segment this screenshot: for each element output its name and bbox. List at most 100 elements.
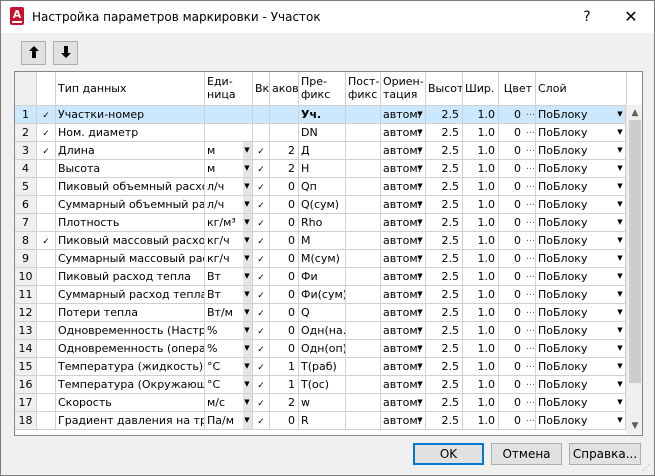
dropdown-arrow-icon[interactable]: ▼ <box>243 376 251 393</box>
table-row[interactable]: 14Одновременность (операт…%▼✓0Одн(оп)авт… <box>15 340 626 358</box>
width-cell[interactable]: 1.0 <box>463 214 499 232</box>
color-cell[interactable]: 0… <box>499 142 536 160</box>
dropdown-arrow-icon[interactable]: ▼ <box>616 160 624 177</box>
dropdown-arrow-icon[interactable]: ▼ <box>616 124 624 141</box>
height-cell[interactable]: 2.5 <box>426 286 463 304</box>
dropdown-arrow-icon[interactable]: ▼ <box>416 268 424 285</box>
orientation-select[interactable]: автом. ▼ <box>381 160 426 178</box>
table-row[interactable]: 10 Пиковый расход тепла Вт ▼ ✓ 0 Фи автом. ▼ 2.5 1… <box>15 268 626 286</box>
orientation-select[interactable]: автом. ▼ <box>381 250 426 268</box>
header-unit[interactable]: Еди- ница <box>205 72 253 105</box>
color-cell[interactable]: 0… <box>499 196 536 214</box>
table-row[interactable]: 11 Суммарный расход тепла Вт ▼ ✓ 0 Фи(сум) авто… <box>15 286 626 304</box>
dropdown-arrow-icon[interactable]: ▼ <box>616 106 624 123</box>
dropdown-arrow-icon[interactable]: ▼ <box>416 358 424 375</box>
width-cell[interactable]: 1.0 <box>463 160 499 178</box>
prefix-cell[interactable]: М(сум) <box>299 250 346 268</box>
ellipsis-icon[interactable]: … <box>526 358 535 375</box>
dropdown-arrow-icon[interactable]: ▼ <box>616 142 624 159</box>
width-cell[interactable]: 1.0 <box>463 394 499 412</box>
dropdown-arrow-icon[interactable]: ▼ <box>616 358 624 375</box>
color-cell[interactable]: 0… <box>499 124 536 142</box>
height-cell[interactable]: 2.5 <box>426 394 463 412</box>
ellipsis-icon[interactable]: … <box>526 394 535 411</box>
width-cell[interactable]: 1.0 <box>463 268 499 286</box>
color-cell[interactable]: 0… <box>499 412 536 430</box>
decimals-cell[interactable]: 0 <box>270 304 299 322</box>
decimals-cell[interactable]: 2 <box>270 142 299 160</box>
vertical-scrollbar[interactable]: ▲ ▼ <box>626 105 642 434</box>
color-cell[interactable]: 0… <box>499 160 536 178</box>
height-cell[interactable]: 2.5 <box>426 232 463 250</box>
decimals-cell[interactable]: 0 <box>270 412 299 430</box>
height-cell[interactable]: 2.5 <box>426 376 463 394</box>
orientation-select[interactable]: автом. ▼ <box>381 178 426 196</box>
width-cell[interactable]: 1.0 <box>463 106 499 124</box>
dropdown-arrow-icon[interactable]: ▼ <box>243 304 251 321</box>
dropdown-arrow-icon[interactable]: ▼ <box>416 304 424 321</box>
height-cell[interactable]: 2.5 <box>426 358 463 376</box>
include-checkbox[interactable] <box>253 124 270 142</box>
width-cell[interactable]: 1.0 <box>463 322 499 340</box>
dropdown-arrow-icon[interactable]: ▼ <box>416 232 424 249</box>
decimals-cell[interactable]: 0 <box>270 214 299 232</box>
dropdown-arrow-icon[interactable]: ▼ <box>616 286 624 303</box>
decimals-cell[interactable] <box>270 106 299 124</box>
color-cell[interactable]: 0… <box>499 268 536 286</box>
height-cell[interactable]: 2.5 <box>426 268 463 286</box>
dropdown-arrow-icon[interactable]: ▼ <box>616 376 624 393</box>
decimals-cell[interactable]: 0 <box>270 340 299 358</box>
ellipsis-icon[interactable]: … <box>526 142 535 159</box>
layer-select[interactable]: ПоБлоку ▼ <box>536 304 626 322</box>
table-row[interactable]: 13Одновременность (Настро…%▼✓0Одн(на…авт… <box>15 322 626 340</box>
ellipsis-icon[interactable]: … <box>526 160 535 177</box>
prefix-cell[interactable]: Фи(сум) <box>299 286 346 304</box>
ellipsis-icon[interactable]: … <box>526 214 535 231</box>
postfix-cell[interactable] <box>346 268 381 286</box>
include-checkbox[interactable]: ✓ <box>253 376 270 394</box>
dropdown-arrow-icon[interactable]: ▼ <box>243 214 251 231</box>
decimals-cell[interactable]: 0 <box>270 232 299 250</box>
include-checkbox[interactable]: ✓ <box>253 412 270 430</box>
close-icon[interactable]: ✕ <box>621 7 641 27</box>
ellipsis-icon[interactable]: … <box>526 106 535 123</box>
header-include[interactable]: Вкл <box>253 72 270 105</box>
color-cell[interactable]: 0… <box>499 232 536 250</box>
dropdown-arrow-icon[interactable]: ▼ <box>616 322 624 339</box>
dropdown-arrow-icon[interactable]: ▼ <box>416 142 424 159</box>
orientation-select[interactable]: автом. ▼ <box>381 232 426 250</box>
postfix-cell[interactable] <box>346 286 381 304</box>
color-cell[interactable]: 0… <box>499 376 536 394</box>
postfix-cell[interactable] <box>346 232 381 250</box>
ellipsis-icon[interactable]: … <box>526 250 535 267</box>
dropdown-arrow-icon[interactable]: ▼ <box>416 412 424 429</box>
orientation-select[interactable]: автом. ▼ <box>381 394 426 412</box>
layer-select[interactable]: ПоБлоку ▼ <box>536 232 626 250</box>
dropdown-arrow-icon[interactable]: ▼ <box>243 250 251 267</box>
ellipsis-icon[interactable]: … <box>526 232 535 249</box>
include-checkbox[interactable] <box>253 106 270 124</box>
include-checkbox[interactable]: ✓ <box>253 322 270 340</box>
layer-select[interactable]: ПоБлоку ▼ <box>536 286 626 304</box>
dropdown-arrow-icon[interactable]: ▼ <box>616 232 624 249</box>
orientation-select[interactable]: автом. ▼ <box>381 268 426 286</box>
prefix-cell[interactable]: Уч. <box>299 106 346 124</box>
table-row[interactable]: 18Градиент давления на тре…Па/м▼✓0Rавтом… <box>15 412 626 430</box>
header-postfix[interactable]: Пост- фикс <box>346 72 381 105</box>
dropdown-arrow-icon[interactable]: ▼ <box>243 268 251 285</box>
postfix-cell[interactable] <box>346 376 381 394</box>
ellipsis-icon[interactable]: … <box>526 286 535 303</box>
layer-select[interactable]: ПоБлоку ▼ <box>536 268 626 286</box>
dropdown-arrow-icon[interactable]: ▼ <box>416 196 424 213</box>
decimals-cell[interactable]: 0 <box>270 178 299 196</box>
dropdown-arrow-icon[interactable]: ▼ <box>616 214 624 231</box>
header-width[interactable]: Шир. <box>463 72 499 105</box>
table-row[interactable]: 1 ✓ Участки-номер Уч. автом. ▼ 2.5 1.0 0… ПоБлоку… <box>15 106 626 124</box>
color-cell[interactable]: 0… <box>499 286 536 304</box>
header-prefix[interactable]: Пре- фикс <box>299 72 346 105</box>
dropdown-arrow-icon[interactable]: ▼ <box>243 394 251 411</box>
dropdown-arrow-icon[interactable]: ▼ <box>416 160 424 177</box>
layer-select[interactable]: ПоБлоку ▼ <box>536 178 626 196</box>
dropdown-arrow-icon[interactable]: ▼ <box>416 250 424 267</box>
header-orientation[interactable]: Ориен- тация <box>381 72 426 105</box>
